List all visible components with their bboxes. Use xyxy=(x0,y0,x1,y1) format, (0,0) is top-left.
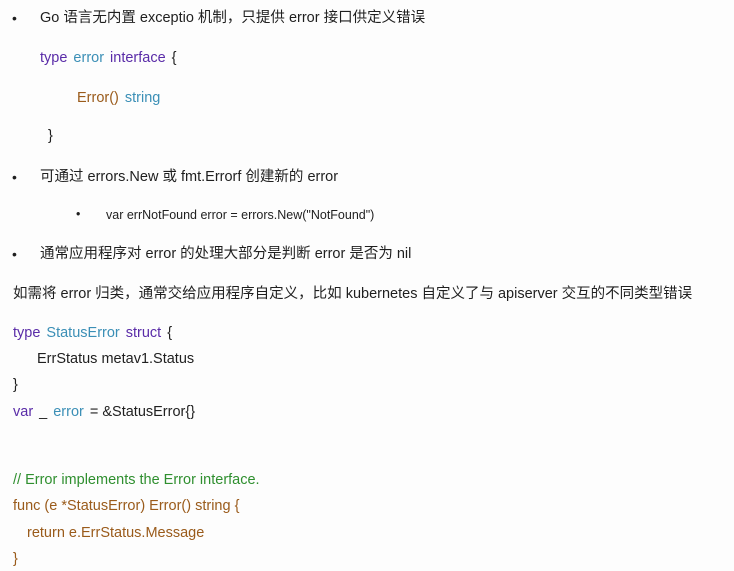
bullet-icon: • xyxy=(12,10,17,26)
type-name-error: error xyxy=(73,50,105,66)
var-value: = &StatusError{} xyxy=(89,404,196,420)
bullet-icon: • xyxy=(12,169,17,185)
keyword-type: type xyxy=(13,325,41,341)
var-assertion: var _ error = &StatusError{} xyxy=(13,403,195,421)
keyword-struct: struct xyxy=(125,325,162,341)
brace-close: } xyxy=(48,128,53,144)
brace-open: { xyxy=(171,50,177,66)
bullet-text-3: 通常应用程序对 error 的处理大部分是判断 error 是否为 nil xyxy=(40,246,412,262)
code-comment: // Error implements the Error interface. xyxy=(13,472,260,488)
brace-close: } xyxy=(13,551,18,567)
type-name-error: error xyxy=(53,404,84,420)
interface-decl: type error interface { xyxy=(40,49,177,67)
sub-bullet-icon: • xyxy=(76,207,81,221)
interface-method: Error() string xyxy=(77,89,160,107)
type-name-statuserror: StatusError xyxy=(46,325,120,341)
method-name: Error() xyxy=(77,90,119,106)
paragraph-text: 如需将 error 归类，通常交给应用程序自定义，比如 kubernetes 自… xyxy=(13,286,693,302)
bullet-icon: • xyxy=(12,246,17,262)
sub-bullet-text: var errNotFound error = errors.New("NotF… xyxy=(106,208,375,222)
struct-field: ErrStatus metav1.Status xyxy=(37,351,195,367)
keyword-type: type xyxy=(40,50,68,66)
keyword-var: var xyxy=(13,404,34,420)
brace-open: { xyxy=(167,325,173,341)
keyword-interface: interface xyxy=(110,50,166,66)
bullet-text-2: 可通过 errors.New 或 fmt.Errorf 创建新的 error xyxy=(40,169,339,185)
brace-close: } xyxy=(13,377,18,393)
blank-identifier: _ xyxy=(39,404,48,420)
return-type: string xyxy=(124,90,161,106)
return-statement: return e.ErrStatus.Message xyxy=(27,525,205,541)
bullet-text-1: Go 语言无内置 exceptio 机制，只提供 error 接口供定义错误 xyxy=(40,10,426,26)
method-signature: func (e *StatusError) Error() string { xyxy=(13,498,240,514)
struct-decl: type StatusError struct { xyxy=(13,324,172,342)
